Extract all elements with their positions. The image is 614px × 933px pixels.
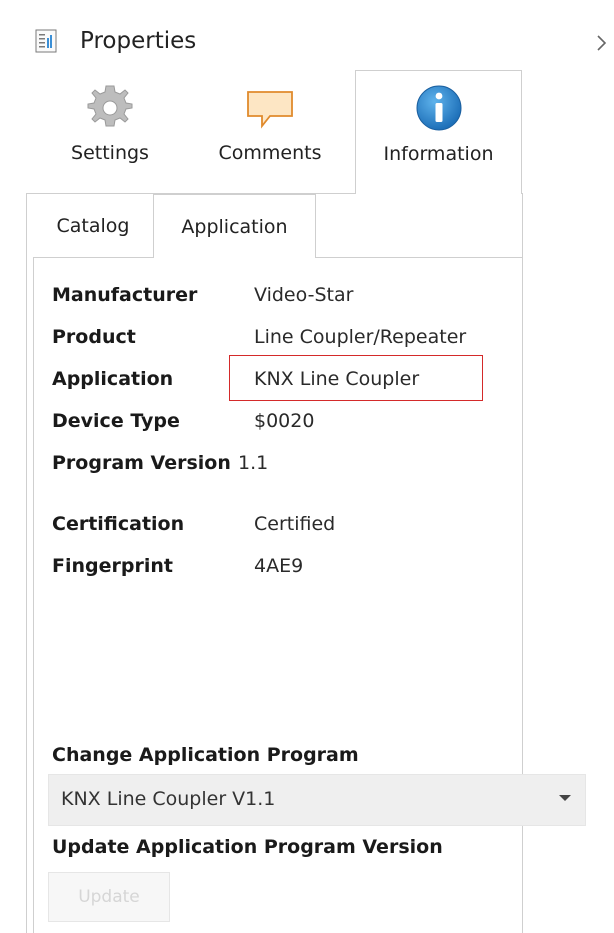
tab-settings-label: Settings [71, 142, 149, 164]
property-value: Line Coupler/Repeater [254, 326, 467, 348]
property-value: $0020 [254, 410, 315, 432]
properties-panel: Properties Settings Comments Information… [0, 0, 614, 933]
divider [33, 257, 153, 258]
tab-settings[interactable]: Settings [50, 70, 170, 194]
tab-comments[interactable]: Comments [206, 70, 334, 194]
panel-header: Properties [0, 0, 614, 70]
top-tab-bar: Settings Comments Information [0, 70, 614, 194]
info-icon [414, 83, 464, 137]
chevron-right-icon[interactable] [595, 32, 609, 54]
property-value: 1.1 [238, 452, 269, 474]
tab-information[interactable]: Information [355, 70, 522, 194]
properties-icon [34, 29, 58, 53]
divider [26, 193, 27, 933]
tab-comments-label: Comments [218, 142, 322, 164]
property-label: Product [52, 326, 136, 348]
selected-program: KNX Line Coupler V1.1 [61, 788, 276, 810]
gear-icon [84, 82, 136, 138]
property-label: Device Type [52, 410, 180, 432]
tab-application-label: Application [181, 216, 288, 238]
property-value: Video-Star [254, 284, 354, 306]
highlight-box [229, 355, 483, 401]
application-program-select[interactable]: KNX Line Coupler V1.1 [48, 774, 586, 826]
update-program-title: Update Application Program Version [52, 836, 443, 858]
property-label: Fingerprint [52, 555, 173, 577]
tab-catalog-label: Catalog [56, 215, 130, 237]
tab-catalog[interactable]: Catalog [33, 194, 153, 254]
property-value: 4AE9 [254, 555, 304, 577]
comment-icon [244, 82, 296, 138]
panel-title: Properties [80, 28, 197, 54]
property-value: Certified [254, 513, 336, 535]
property-label: Application [52, 368, 174, 390]
update-button[interactable]: Update [48, 872, 170, 922]
divider [316, 257, 522, 258]
property-label: Program Version [52, 452, 231, 474]
property-label: Certification [52, 513, 185, 535]
chevron-down-icon [559, 795, 571, 801]
tab-application[interactable]: Application [153, 194, 316, 258]
change-program-title: Change Application Program [52, 744, 359, 766]
divider [33, 257, 34, 933]
property-label: Manufacturer [52, 284, 198, 306]
tab-information-label: Information [383, 143, 494, 165]
